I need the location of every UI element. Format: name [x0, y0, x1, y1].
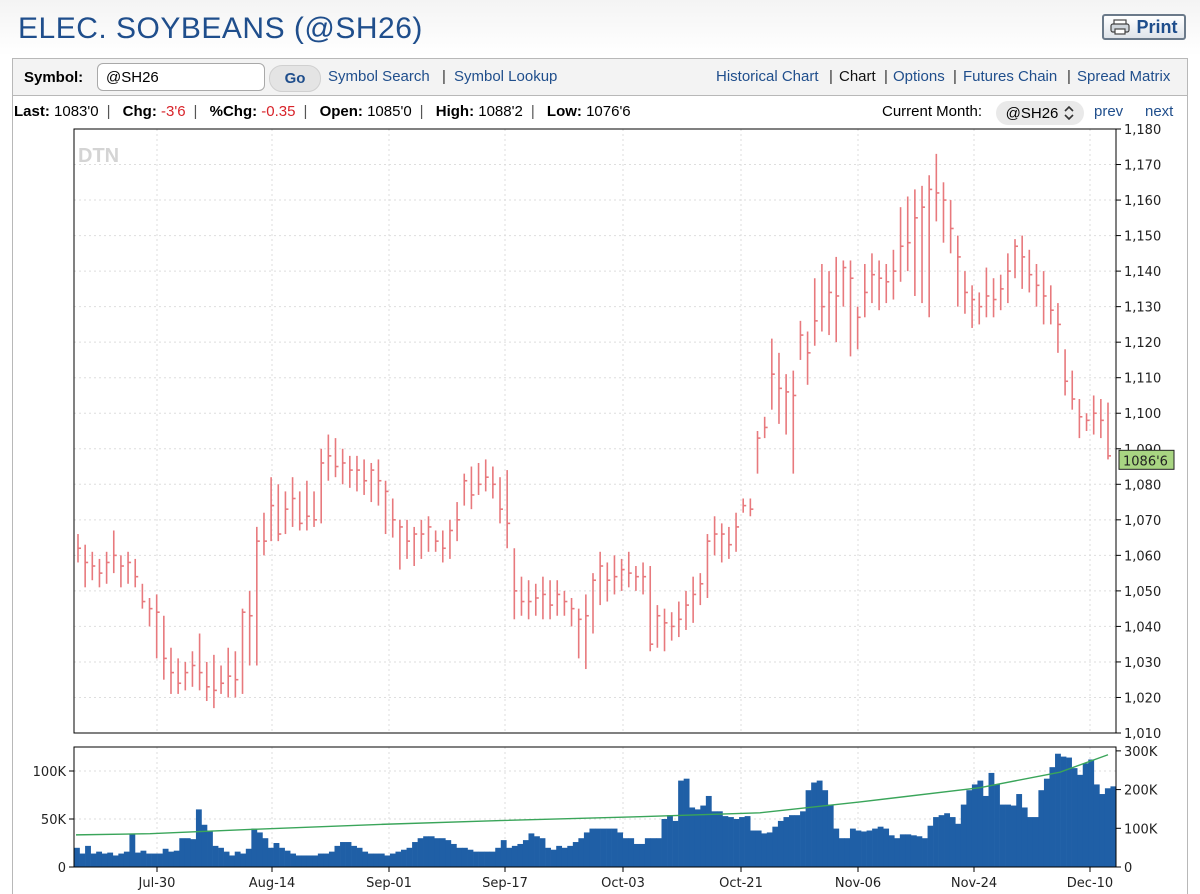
open-value: 1085'0	[367, 103, 412, 120]
historical-chart-link[interactable]: Historical Chart	[716, 68, 819, 85]
prev-month-link[interactable]: prev	[1094, 103, 1123, 120]
chart-panel	[12, 96, 1188, 894]
futures-chain-link[interactable]: Futures Chain	[963, 68, 1057, 85]
pctchg-label: %Chg:	[209, 103, 258, 120]
low-value: 1076'6	[586, 103, 631, 120]
print-label: Print	[1136, 16, 1178, 37]
toolbar-separator: |	[442, 68, 446, 85]
page-title: ELEC. SOYBEANS (@SH26)	[18, 12, 423, 45]
chg-value: -3'6	[161, 103, 186, 120]
pctchg-value: -0.35	[261, 103, 296, 120]
symbol-search-link[interactable]: Symbol Search	[328, 68, 430, 85]
symbol-label: Symbol:	[24, 69, 84, 86]
spread-matrix-link[interactable]: Spread Matrix	[1077, 68, 1170, 85]
quote-summary: Last: 1083'0 | Chg: -3'6 | %Chg: -0.35 | Op…	[14, 103, 631, 120]
go-button[interactable]: Go	[269, 65, 321, 92]
symbol-input[interactable]	[97, 63, 265, 91]
high-label: High:	[435, 103, 475, 120]
toolbar-separator: |	[1067, 68, 1071, 85]
toolbar-separator: |	[829, 68, 833, 85]
low-label: Low:	[546, 103, 582, 120]
toolbar-separator: |	[953, 68, 957, 85]
toolbar-separator: |	[884, 68, 888, 85]
symbol-lookup-link[interactable]: Symbol Lookup	[454, 68, 557, 85]
chart-tab-active[interactable]: Chart	[839, 68, 876, 85]
high-value: 1088'2	[478, 103, 523, 120]
current-month-value: @SH26	[1005, 104, 1059, 122]
next-month-link[interactable]: next	[1145, 103, 1173, 120]
open-label: Open:	[319, 103, 363, 120]
printer-icon	[1110, 19, 1131, 35]
last-label: Last:	[14, 103, 50, 120]
last-value: 1083'0	[54, 103, 99, 120]
symbol-toolbar: Symbol: Go Symbol Search | Symbol Lookup…	[12, 58, 1188, 96]
current-month-select[interactable]: @SH26	[996, 101, 1084, 125]
select-arrows-icon	[1064, 106, 1074, 120]
print-button[interactable]: Print	[1102, 14, 1186, 40]
current-month-label: Current Month:	[882, 103, 983, 120]
options-link[interactable]: Options	[893, 68, 945, 85]
chg-label: Chg:	[122, 103, 157, 120]
